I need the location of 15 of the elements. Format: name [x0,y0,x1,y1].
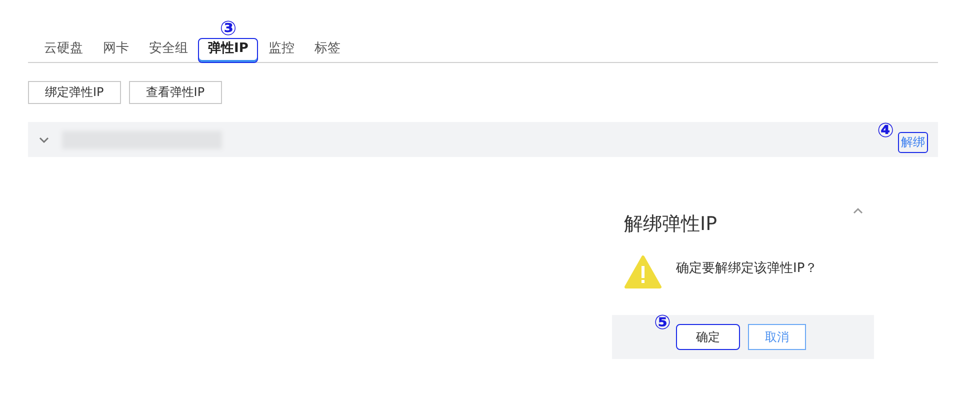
dialog-title: 解绑弹性IP [624,212,718,237]
step-marker: ③ [220,18,237,38]
tab[interactable]: 监控 [258,38,304,63]
tab[interactable]: 网卡 [93,38,139,63]
step-marker: ⑤ [654,312,671,332]
tab[interactable]: 云硬盘 [34,38,93,63]
tab[interactable]: 安全组 [139,38,198,63]
chevron-up-icon[interactable] [852,207,864,215]
warning-icon [624,255,662,289]
confirm-button[interactable]: 确定 [676,324,740,350]
dialog-message: 确定要解绑定该弹性IP？ [676,260,818,277]
tab[interactable]: 标签 [304,38,350,63]
toolbar-button[interactable]: 查看弹性IP [128,81,222,104]
step-marker: ④ [877,120,894,140]
toolbar-button[interactable]: 绑定弹性IP [28,81,121,104]
